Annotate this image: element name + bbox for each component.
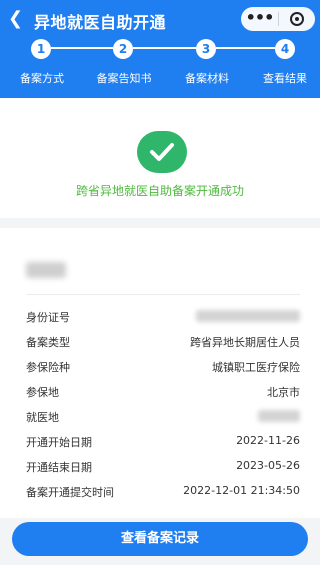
start-date-label: 开通开始日期 bbox=[26, 436, 92, 449]
end-date-value: 2023-05-26 bbox=[236, 459, 300, 472]
more-dots-icon[interactable]: ••• bbox=[241, 7, 278, 31]
insurance-type-value: 城镇职工医疗保险 bbox=[212, 361, 300, 374]
step-connector bbox=[216, 47, 275, 49]
redacted-id-number bbox=[196, 310, 300, 322]
step-1-label: 备案方式 bbox=[20, 72, 64, 85]
step-connector bbox=[51, 47, 113, 49]
treatment-place-label: 就医地 bbox=[26, 411, 59, 424]
check-circle-icon bbox=[137, 131, 187, 173]
filing-type-label: 备案类型 bbox=[26, 336, 70, 349]
step-4-label: 查看结果 bbox=[263, 72, 307, 85]
insured-place-value: 北京市 bbox=[267, 386, 300, 399]
target-circle-icon[interactable] bbox=[290, 12, 304, 26]
step-4-number: 4 bbox=[275, 39, 295, 59]
chevron-left-icon[interactable]: ❮ bbox=[8, 7, 28, 31]
step-2-number: 2 bbox=[113, 39, 133, 59]
step-2-label: 备案告知书 bbox=[96, 72, 152, 85]
mini-program-capsule: ••• bbox=[241, 7, 315, 31]
step-3-label: 备案材料 bbox=[185, 72, 229, 85]
title-bar: ❮ 异地就医自助开通 ••• bbox=[0, 0, 320, 38]
step-3-number: 3 bbox=[196, 39, 216, 59]
success-message: 跨省异地就医自助备案开通成功 bbox=[75, 184, 244, 198]
step-connector bbox=[133, 47, 196, 49]
page-title: 异地就医自助开通 bbox=[34, 13, 167, 32]
filing-type-value: 跨省异地长期居住人员 bbox=[190, 336, 300, 349]
end-date-label: 开通结束日期 bbox=[26, 461, 92, 474]
insured-place-label: 参保地 bbox=[26, 386, 59, 399]
id-number-label: 身份证号 bbox=[26, 311, 70, 324]
submit-time-label: 备案开通提交时间 bbox=[26, 486, 114, 499]
capsule-divider bbox=[278, 12, 279, 26]
submit-time-value: 2022-12-01 21:34:50 bbox=[183, 484, 300, 497]
redacted-treatment-place bbox=[258, 410, 300, 422]
step-1-number: 1 bbox=[31, 39, 51, 59]
start-date-value: 2022-11-26 bbox=[236, 434, 300, 447]
insurance-type-label: 参保险种 bbox=[26, 361, 70, 374]
redacted-name bbox=[26, 262, 66, 278]
app-header: ❮ 异地就医自助开通 ••• 1 2 3 4 备案方式 备案告知书 备案材料 查… bbox=[0, 0, 320, 98]
view-records-button[interactable]: 查看备案记录 bbox=[12, 522, 308, 556]
name-divider bbox=[26, 294, 300, 295]
